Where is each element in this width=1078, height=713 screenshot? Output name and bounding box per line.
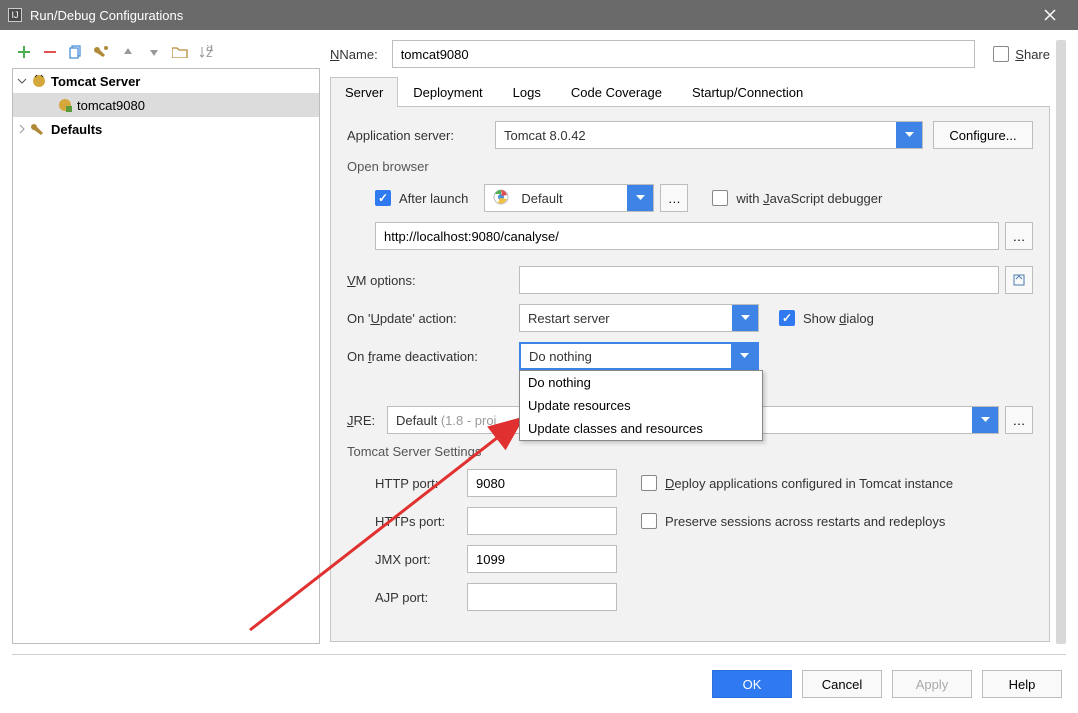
tree-item-defaults[interactable]: Defaults <box>13 117 319 141</box>
jmx-port-label: JMX port: <box>375 552 467 567</box>
sidebar-toolbar: az <box>12 40 320 68</box>
tab-deployment[interactable]: Deployment <box>398 77 497 107</box>
deploy-label: Deploy applications configured in Tomcat… <box>665 476 953 491</box>
name-input[interactable] <box>392 40 976 68</box>
js-debugger-checkbox[interactable] <box>712 190 728 206</box>
tab-server[interactable]: Server <box>330 77 398 107</box>
titlebar: IJ Run/Debug Configurations <box>0 0 1078 30</box>
option-update-resources[interactable]: Update resources <box>520 394 762 417</box>
chrome-icon <box>485 189 513 208</box>
tree-label: tomcat9080 <box>77 98 145 113</box>
app-icon: IJ <box>8 8 22 22</box>
after-launch-label: After launch <box>399 191 468 206</box>
up-icon[interactable] <box>120 44 136 60</box>
vm-options-input[interactable] <box>519 266 999 294</box>
vm-options-label: VM options: <box>347 273 519 288</box>
tab-startup-connection[interactable]: Startup/Connection <box>677 77 818 107</box>
tomcat-settings-section: Tomcat Server Settings <box>347 444 1033 459</box>
vm-expand-button[interactable] <box>1005 266 1033 294</box>
frame-deact-label: On frame deactivation: <box>347 349 519 364</box>
tab-logs[interactable]: Logs <box>498 77 556 107</box>
svg-text:z: z <box>206 45 213 59</box>
tree-item-tomcat9080[interactable]: tomcat9080 <box>13 93 319 117</box>
preserve-label: Preserve sessions across restarts and re… <box>665 514 945 529</box>
tree-label: Tomcat Server <box>51 74 140 89</box>
folder-icon[interactable] <box>172 44 188 60</box>
ok-button[interactable]: OK <box>712 670 792 698</box>
config-sidebar: az Tomcat Server tomcat9080 Defaults <box>12 40 320 644</box>
share-checkbox[interactable] <box>993 46 1009 62</box>
ajp-port-input[interactable] <box>467 583 617 611</box>
chevron-down-icon <box>972 407 998 433</box>
preserve-checkbox[interactable] <box>641 513 657 529</box>
jmx-port-input[interactable] <box>467 545 617 573</box>
apply-button[interactable]: Apply <box>892 670 972 698</box>
frame-deact-select[interactable]: Do nothing <box>519 342 759 370</box>
config-tree[interactable]: Tomcat Server tomcat9080 Defaults <box>12 68 320 644</box>
chevron-down-icon <box>17 76 27 86</box>
open-browser-section: Open browser <box>347 159 1033 174</box>
chevron-down-icon <box>731 344 757 368</box>
down-icon[interactable] <box>146 44 162 60</box>
dialog-footer: OK Cancel Apply Help <box>0 655 1078 713</box>
vertical-scrollbar[interactable] <box>1056 40 1066 644</box>
help-button[interactable]: Help <box>982 670 1062 698</box>
url-more-button[interactable]: … <box>1005 222 1033 250</box>
name-row: NName: Share <box>330 40 1050 68</box>
js-debugger-label: with JavaScript debugger <box>736 191 882 206</box>
settings-icon[interactable] <box>94 44 110 60</box>
app-server-label: Application server: <box>347 128 495 143</box>
server-panel: Application server: Tomcat 8.0.42 Config… <box>330 107 1050 642</box>
close-button[interactable] <box>1030 0 1070 30</box>
copy-icon[interactable] <box>68 44 84 60</box>
chevron-down-icon <box>896 122 922 148</box>
browser-more-button[interactable]: … <box>660 184 688 212</box>
show-dialog-label: Show dialog <box>803 311 874 326</box>
option-do-nothing[interactable]: Do nothing <box>520 371 762 394</box>
ajp-port-label: AJP port: <box>375 590 467 605</box>
share-label: Share <box>1015 47 1050 62</box>
app-server-select[interactable]: Tomcat 8.0.42 <box>495 121 923 149</box>
browser-select[interactable]: Default <box>484 184 654 212</box>
tree-label: Defaults <box>51 122 102 137</box>
tomcat-icon <box>31 73 47 89</box>
https-port-label: HTTPs port: <box>375 514 467 529</box>
remove-icon[interactable] <box>42 44 58 60</box>
tomcat-local-icon <box>57 97 73 113</box>
name-label: NName: <box>330 47 378 62</box>
configure-button[interactable]: Configure... <box>933 121 1033 149</box>
cancel-button[interactable]: Cancel <box>802 670 882 698</box>
chevron-right-icon <box>17 124 27 134</box>
chevron-down-icon <box>627 185 653 211</box>
frame-deact-dropdown[interactable]: Do nothing Update resources Update class… <box>519 370 763 441</box>
chevron-down-icon <box>732 305 758 331</box>
close-icon <box>1044 9 1056 21</box>
http-port-label: HTTP port: <box>375 476 467 491</box>
https-port-input[interactable] <box>467 507 617 535</box>
window-title: Run/Debug Configurations <box>30 8 1030 23</box>
url-input[interactable] <box>375 222 999 250</box>
update-action-label: On 'Update' action: <box>347 311 519 326</box>
jre-label: JRE: <box>347 413 387 428</box>
sort-icon[interactable]: az <box>198 44 214 60</box>
option-update-classes-resources[interactable]: Update classes and resources <box>520 417 762 440</box>
show-dialog-checkbox[interactable] <box>779 310 795 326</box>
update-action-select[interactable]: Restart server <box>519 304 759 332</box>
add-icon[interactable] <box>16 44 32 60</box>
after-launch-checkbox[interactable] <box>375 190 391 206</box>
tree-item-tomcat-server[interactable]: Tomcat Server <box>13 69 319 93</box>
jre-more-button[interactable]: … <box>1005 406 1033 434</box>
tab-code-coverage[interactable]: Code Coverage <box>556 77 677 107</box>
http-port-input[interactable] <box>467 469 617 497</box>
tabs: Server Deployment Logs Code Coverage Sta… <box>330 76 1050 107</box>
defaults-icon <box>31 121 47 137</box>
deploy-checkbox[interactable] <box>641 475 657 491</box>
